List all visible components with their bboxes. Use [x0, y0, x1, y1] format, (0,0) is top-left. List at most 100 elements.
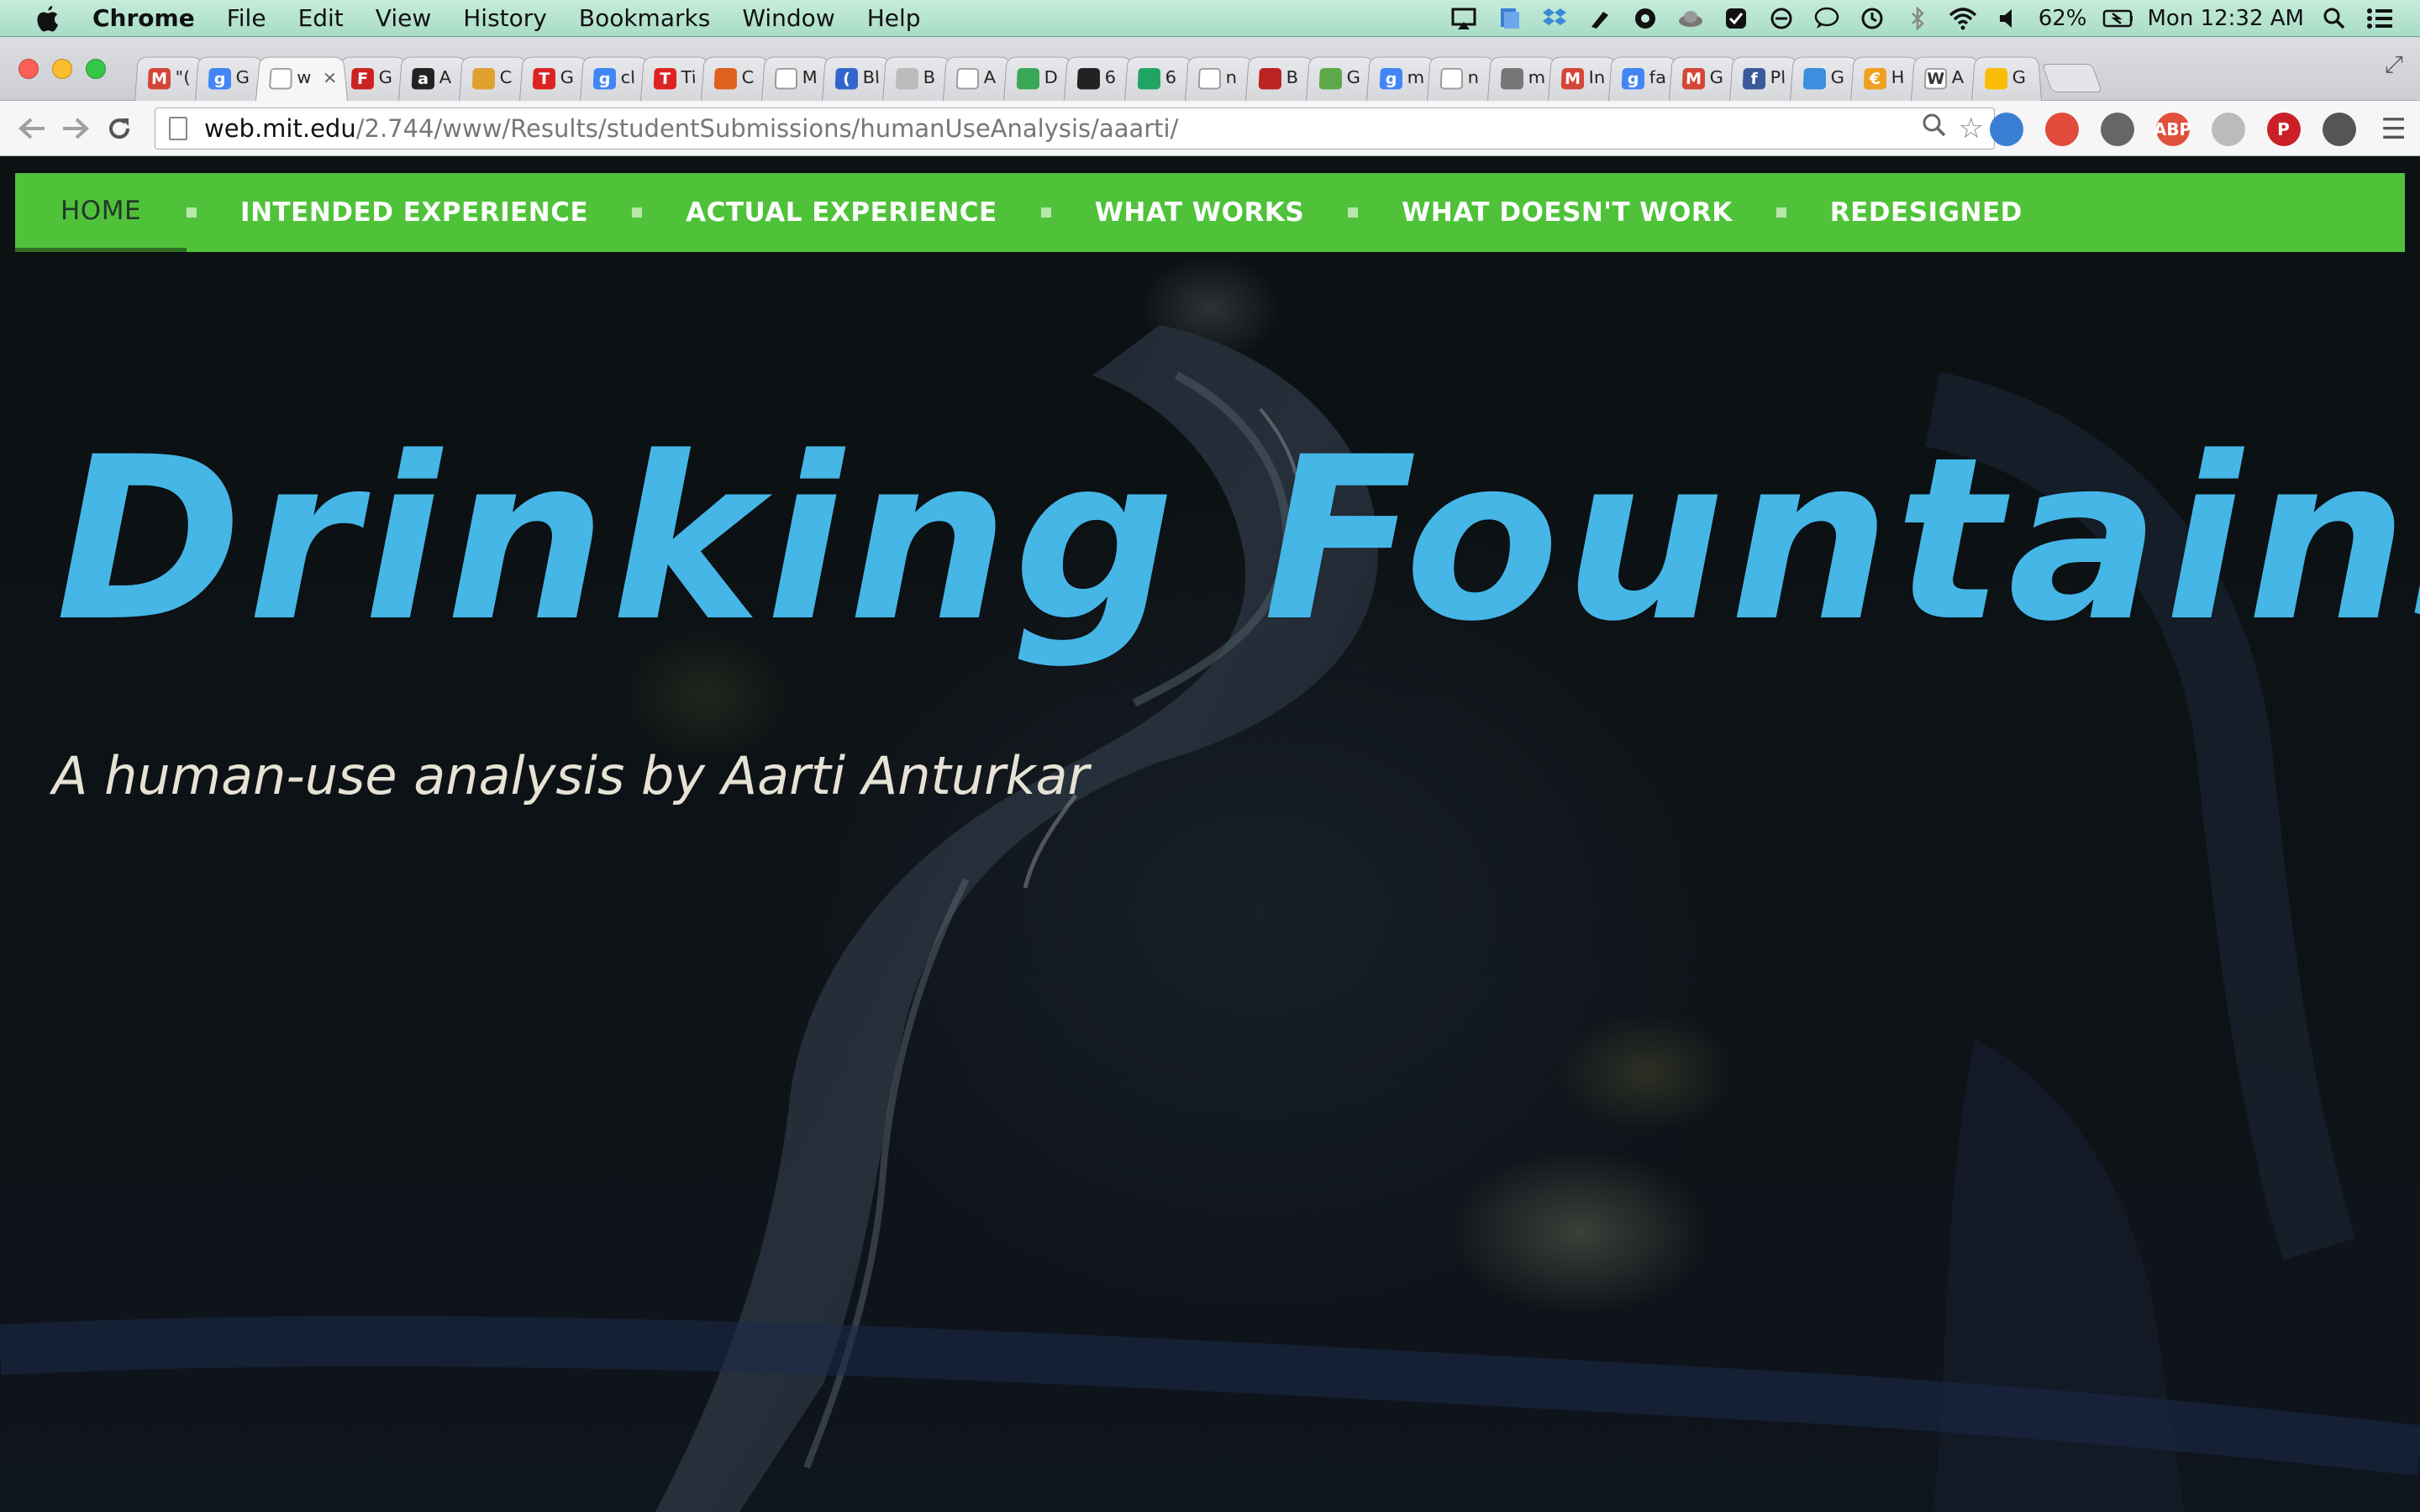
browser-tab[interactable]: n: [1427, 56, 1497, 101]
zoom-magnifier-icon[interactable]: [1922, 113, 1947, 144]
browser-tab[interactable]: D: [1003, 56, 1074, 101]
browser-tab[interactable]: gG: [195, 56, 266, 101]
menu-edit[interactable]: Edit: [298, 4, 344, 32]
forward-button[interactable]: [54, 107, 97, 150]
stop-ext-icon[interactable]: [2044, 113, 2079, 146]
do-not-disturb-icon[interactable]: [1766, 6, 1797, 31]
nav-intended-experience[interactable]: INTENDED EXPERIENCE: [240, 173, 588, 252]
hat-icon[interactable]: [1676, 6, 1706, 31]
menu-file[interactable]: File: [227, 4, 266, 32]
menu-history[interactable]: History: [463, 4, 547, 32]
browser-tab[interactable]: G: [1306, 56, 1376, 101]
bluetooth-icon[interactable]: [1902, 6, 1933, 31]
zoom-window-button[interactable]: [86, 59, 106, 79]
minimize-window-button[interactable]: [52, 59, 72, 79]
tab-title: w: [297, 68, 312, 88]
airplay-icon[interactable]: [1449, 6, 1479, 31]
browser-tab[interactable]: m: [1487, 56, 1558, 101]
picasa-favicon-icon: [713, 67, 737, 89]
fullscreen-icon[interactable]: ⤢: [2385, 50, 2403, 79]
menu-window[interactable]: Window: [742, 4, 834, 32]
browser-tab[interactable]: € H: [1850, 56, 1921, 101]
evernote-icon[interactable]: [1585, 6, 1615, 31]
browser-tab[interactable]: B: [882, 56, 953, 101]
tab-title: G: [378, 68, 393, 88]
browser-tab[interactable]: M "(: [134, 56, 205, 101]
browser-tab[interactable]: MG: [1669, 56, 1739, 101]
nav-redesigned[interactable]: REDESIGNED: [1830, 173, 2023, 252]
tab-list: M "(g Gw × F Ga A C T Gg cl T Ti C M(Bl B A D 6 6 n B Gg m n m M In…: [134, 52, 2103, 101]
sync-doc-icon[interactable]: [1494, 6, 1524, 31]
notification-center-icon[interactable]: [2365, 6, 2395, 31]
browser-tab[interactable]: WA: [1911, 56, 1981, 101]
page-subtitle: A human-use analysis by Aarti Anturkar: [52, 745, 1090, 806]
browser-tab[interactable]: w ×: [255, 56, 348, 101]
browser-tab[interactable]: G: [1971, 56, 2042, 101]
apple-menu-icon[interactable]: [30, 5, 64, 32]
browser-tab[interactable]: C: [701, 56, 771, 101]
menu-help[interactable]: Help: [867, 4, 921, 32]
browser-tab[interactable]: g cl: [580, 56, 650, 101]
nav-what-works[interactable]: WHAT WORKS: [1095, 173, 1304, 252]
close-window-button[interactable]: [18, 59, 39, 79]
menu-view[interactable]: View: [376, 4, 431, 32]
browser-tab[interactable]: 6: [1064, 56, 1134, 101]
nav-what-doesnt-work[interactable]: WHAT DOESN'T WORK: [1402, 173, 1733, 252]
spotlight-search-icon[interactable]: [2319, 6, 2349, 31]
volume-icon[interactable]: [1993, 6, 2023, 31]
browser-tab[interactable]: M In: [1548, 56, 1618, 101]
nav-home[interactable]: HOME: [15, 173, 187, 252]
dropbox-icon[interactable]: [1539, 6, 1570, 31]
browser-tab[interactable]: M: [761, 56, 832, 101]
messages-icon[interactable]: [1812, 6, 1842, 31]
cast-ext-icon[interactable]: [2100, 113, 2134, 146]
menu-bookmarks[interactable]: Bookmarks: [579, 4, 710, 32]
browser-tab[interactable]: G: [1790, 56, 1860, 101]
menubar-clock[interactable]: Mon 12:32 AM: [2148, 6, 2305, 31]
google-favicon-icon: g: [1621, 67, 1644, 89]
browser-tab[interactable]: n: [1185, 56, 1255, 101]
browser-tab[interactable]: aA: [398, 56, 469, 101]
browser-tab[interactable]: (Bl: [822, 56, 892, 101]
window-controls: [18, 59, 106, 79]
tab-title: M: [802, 68, 818, 88]
browser-tab[interactable]: T Ti: [640, 56, 711, 101]
browser-tab[interactable]: A: [943, 56, 1013, 101]
url-path: /2.744/www/Results/studentSubmissions/hu…: [355, 114, 1179, 143]
battery-icon[interactable]: [2102, 6, 2133, 31]
wrench-ext-icon[interactable]: [2322, 113, 2356, 146]
clock-ext-icon[interactable]: [1989, 113, 2023, 146]
flash-favicon-icon: F: [350, 67, 374, 89]
browser-tab[interactable]: TG: [519, 56, 590, 101]
address-bar[interactable]: web.mit.edu /2.744/www/Results/studentSu…: [155, 108, 1995, 150]
menu-app-chrome[interactable]: Chrome: [92, 4, 195, 32]
new-tab-button[interactable]: [2041, 64, 2103, 92]
doc-favicon-icon: [1802, 67, 1826, 89]
checkmark-icon[interactable]: [1721, 6, 1751, 31]
viber-icon[interactable]: [1630, 6, 1660, 31]
browser-tab[interactable]: g fa: [1608, 56, 1679, 101]
pinterest-ext-icon[interactable]: P: [2266, 113, 2301, 146]
bookmark-star-icon[interactable]: ☆: [1959, 112, 1984, 145]
browser-tab[interactable]: gm: [1366, 56, 1437, 101]
back-button[interactable]: [10, 107, 54, 150]
chrome-menu-icon[interactable]: ☰: [2381, 113, 2407, 146]
adblock-ext-icon[interactable]: ABP: [2154, 113, 2191, 146]
chrome-favicon-icon: [1016, 67, 1039, 89]
nav-actual-experience[interactable]: ACTUAL EXPERIENCE: [686, 173, 997, 252]
page-icon: [169, 117, 187, 140]
web-page: HOME INTENDED EXPERIENCE ACTUAL EXPERIEN…: [0, 157, 2420, 1512]
wifi-icon[interactable]: [1948, 6, 1978, 31]
tab-title: n: [1225, 68, 1238, 88]
browser-tab[interactable]: 6: [1124, 56, 1195, 101]
reload-button[interactable]: [97, 107, 141, 150]
mojo-favicon-icon: [1258, 67, 1281, 89]
browser-tab[interactable]: f Pl: [1729, 56, 1800, 101]
browser-tab[interactable]: B: [1245, 56, 1316, 101]
close-tab-icon[interactable]: ×: [322, 69, 338, 88]
swirl-favicon-icon: [1076, 67, 1100, 89]
time-machine-icon[interactable]: [1857, 6, 1887, 31]
globe-ext-icon[interactable]: [2211, 113, 2245, 146]
browser-tab[interactable]: C: [459, 56, 529, 101]
browser-tab[interactable]: FG: [338, 56, 408, 101]
